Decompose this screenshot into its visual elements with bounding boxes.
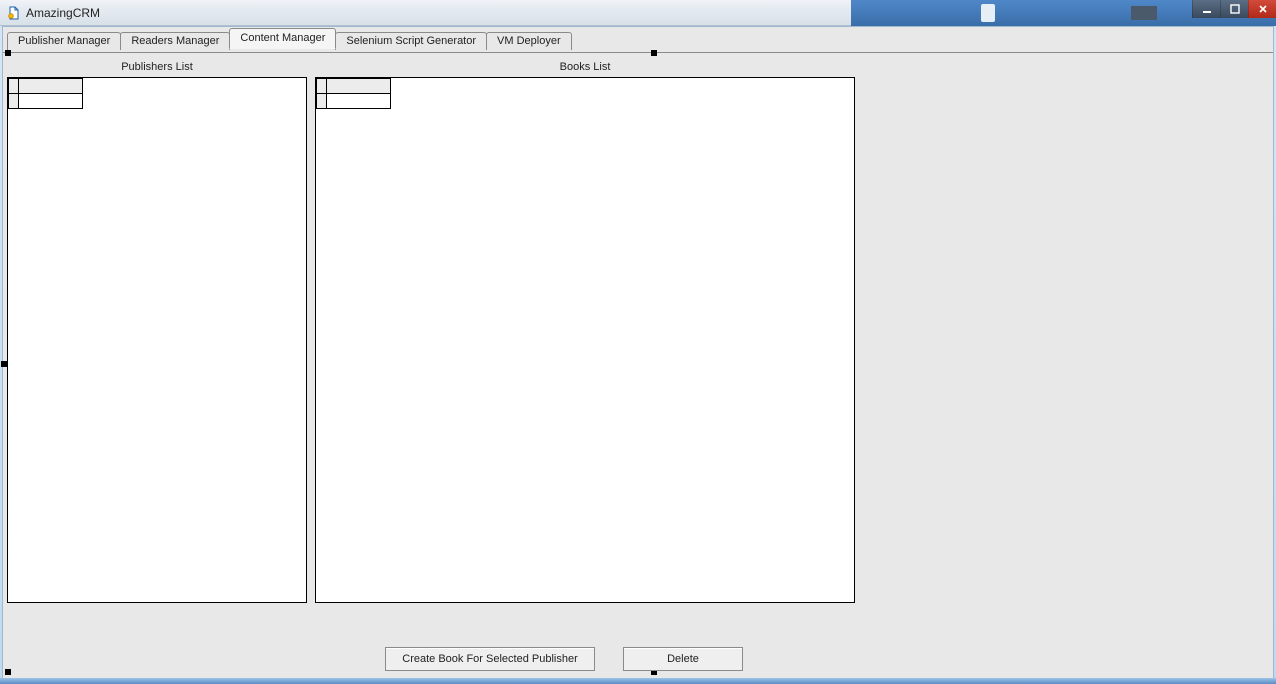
window-body: Publisher Manager Readers Manager Conten… (2, 26, 1274, 680)
tab-readers-manager[interactable]: Readers Manager (120, 32, 230, 50)
button-row: Create Book For Selected Publisher Delet… (315, 647, 855, 671)
tab-vm-deployer[interactable]: VM Deployer (486, 32, 572, 50)
tab-content-manager[interactable]: Content Manager (229, 28, 336, 49)
books-grid-empty (316, 78, 391, 109)
publishers-grid[interactable] (7, 77, 307, 603)
window-title: AmazingCRM (26, 6, 100, 20)
books-header: Books List (315, 57, 855, 77)
selection-handle[interactable] (5, 50, 11, 56)
minimize-button[interactable] (1192, 0, 1220, 18)
window-controls (1192, 0, 1276, 18)
publishers-column: Publishers List (7, 57, 307, 603)
os-taskbar-sliver (0, 678, 1276, 684)
close-button[interactable] (1248, 0, 1276, 18)
publishers-header: Publishers List (7, 57, 307, 77)
create-book-button[interactable]: Create Book For Selected Publisher (385, 647, 595, 671)
tab-strip: Publisher Manager Readers Manager Conten… (3, 27, 1273, 49)
maximize-button[interactable] (1220, 0, 1248, 18)
books-grid[interactable] (315, 77, 855, 603)
delete-button[interactable]: Delete (623, 647, 743, 671)
tab-selenium-script-generator[interactable]: Selenium Script Generator (335, 32, 487, 50)
books-column: Books List (315, 57, 855, 603)
selection-handle[interactable] (5, 669, 11, 675)
app-icon (6, 5, 22, 21)
tab-content: Publishers List Books List (3, 52, 1273, 679)
titlebar: AmazingCRM (0, 0, 1276, 26)
publishers-grid-empty (8, 78, 83, 109)
selection-handle[interactable] (651, 50, 657, 56)
tab-publisher-manager[interactable]: Publisher Manager (7, 32, 121, 50)
